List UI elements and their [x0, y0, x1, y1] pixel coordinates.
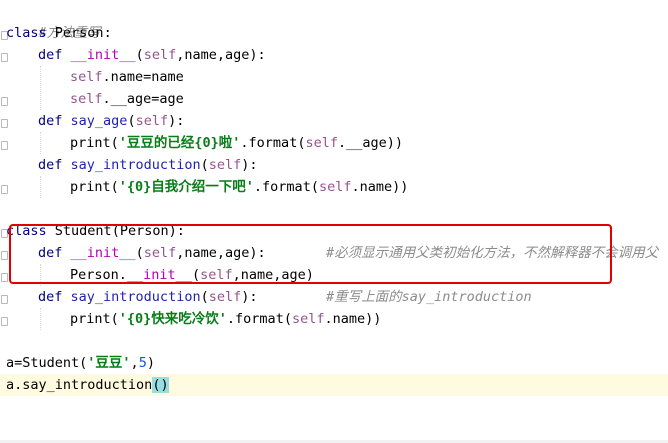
code-text: .__age)) — [337, 135, 403, 151]
fold-marker-icon[interactable] — [1, 251, 8, 260]
code-text: .format( — [226, 311, 292, 327]
self-keyword: self — [143, 245, 177, 261]
function-name: say_age — [70, 113, 128, 129]
code-text: ( — [135, 47, 144, 63]
fold-marker-icon[interactable] — [1, 119, 8, 128]
code-line-comment: #重写上面的say_introduction — [326, 286, 532, 308]
code-line[interactable]: def say_introduction(self): — [38, 286, 258, 308]
class-name: Student — [54, 223, 112, 239]
string-literal: '豆豆' — [87, 355, 131, 371]
code-text: .name)) — [324, 311, 382, 327]
string-literal: '豆豆的已经{0}啦' — [118, 135, 241, 151]
code-text: a.say_introduction — [6, 377, 153, 393]
code-line[interactable]: print('{0}快来吃冷饮'.format(self.name)) — [70, 308, 381, 330]
code-editor[interactable]: #方法重写 class Person: def __init__(self,na… — [0, 0, 668, 443]
code-text: ( — [127, 113, 136, 129]
code-text: ): — [241, 289, 258, 305]
self-keyword: self — [135, 113, 169, 129]
code-line[interactable]: def __init__(self,name,age): — [38, 242, 266, 264]
indent-guide — [40, 66, 41, 110]
keyword: class — [6, 25, 47, 41]
code-text: ): — [241, 157, 258, 173]
function-name: __init__ — [70, 245, 136, 261]
keyword: def — [38, 113, 63, 129]
code-text: print( — [70, 179, 119, 195]
code-text: ,name,age): — [176, 245, 266, 261]
code-line[interactable]: a=Student('豆豆',5) — [6, 352, 155, 374]
code-line[interactable]: print('{0}自我介绍一下吧'.format(self.name)) — [70, 176, 408, 198]
function-name: say_introduction — [70, 289, 201, 305]
string-literal: '{0}自我介绍一下吧' — [118, 179, 254, 195]
fold-marker-icon[interactable] — [1, 273, 8, 282]
code-text: .name=name — [102, 69, 184, 85]
code-text: a=Student( — [6, 355, 88, 371]
string-literal: '{0}快来吃冷饮' — [118, 311, 227, 327]
code-text: ( — [191, 267, 201, 283]
function-name: __init__ — [126, 267, 192, 283]
self-keyword: self — [305, 135, 338, 151]
code-text: ,name,age) — [232, 267, 314, 283]
fold-marker-icon[interactable] — [1, 185, 8, 194]
keyword: def — [38, 157, 63, 173]
self-keyword: self — [200, 267, 233, 283]
code-line[interactable]: #方法重写 — [6, 0, 101, 41]
code-line[interactable]: self.name=name — [70, 66, 184, 88]
code-text: ,name,age): — [176, 47, 266, 63]
code-text: ): — [168, 113, 185, 129]
function-name: say_introduction — [70, 157, 201, 173]
matched-brackets: () — [152, 377, 169, 393]
self-keyword: self — [208, 289, 242, 305]
code-line[interactable]: def say_introduction(self): — [38, 154, 258, 176]
code-text: print( — [70, 135, 119, 151]
code-text: : — [103, 25, 112, 41]
keyword: def — [38, 47, 63, 63]
class-name: Person — [54, 25, 104, 41]
indent-guide — [40, 264, 41, 286]
code-text: .__age=age — [102, 91, 184, 107]
code-line[interactable]: class Person: — [6, 22, 112, 44]
code-text: Person. — [70, 267, 127, 283]
keyword: class — [6, 223, 47, 239]
self-keyword: self — [318, 179, 352, 195]
code-line[interactable]: Person.__init__(self,name,age) — [70, 264, 314, 286]
code-line[interactable]: class Student(Person): — [6, 220, 185, 242]
code-line[interactable]: def __init__(self,name,age): — [38, 44, 266, 66]
current-code-line[interactable]: a.say_introduction() — [0, 374, 668, 396]
self-keyword: self — [70, 91, 103, 107]
self-keyword: self — [291, 311, 325, 327]
code-line[interactable]: def say_age(self): — [38, 110, 184, 132]
code-text: .name)) — [351, 179, 409, 195]
code-text: , — [130, 355, 139, 371]
code-line[interactable]: self.__age=age — [70, 88, 184, 110]
code-text: ( — [135, 245, 144, 261]
self-keyword: self — [208, 157, 242, 173]
indent-guide — [40, 308, 41, 330]
self-keyword: self — [70, 69, 103, 85]
code-line[interactable]: print('豆豆的已经{0}啦'.format(self.__age)) — [70, 132, 403, 154]
code-line-comment: #必须显示通用父类初始化方法，不然解释器不会调用父 — [326, 242, 658, 264]
fold-marker-icon[interactable] — [1, 141, 8, 150]
indent-guide — [40, 176, 41, 198]
fold-marker-icon[interactable] — [1, 317, 8, 326]
code-text: ) — [146, 355, 155, 371]
indent-guide — [40, 132, 41, 154]
fold-marker-icon[interactable] — [1, 97, 8, 106]
keyword: def — [38, 289, 63, 305]
self-keyword: self — [143, 47, 177, 63]
fold-marker-icon[interactable] — [1, 295, 8, 304]
keyword: def — [38, 245, 63, 261]
number-literal: 5 — [138, 355, 147, 371]
code-text: .format( — [253, 179, 319, 195]
code-comment: #必须显示通用父类初始化方法，不然解释器不会调用父 — [326, 245, 659, 261]
code-comment: #重写上面的say_introduction — [326, 289, 532, 305]
code-text: ( — [200, 289, 209, 305]
code-text: (Person): — [111, 223, 185, 239]
code-text: ( — [200, 157, 209, 173]
code-text: print( — [70, 311, 119, 327]
function-name: __init__ — [70, 47, 136, 63]
code-text: .format( — [240, 135, 306, 151]
